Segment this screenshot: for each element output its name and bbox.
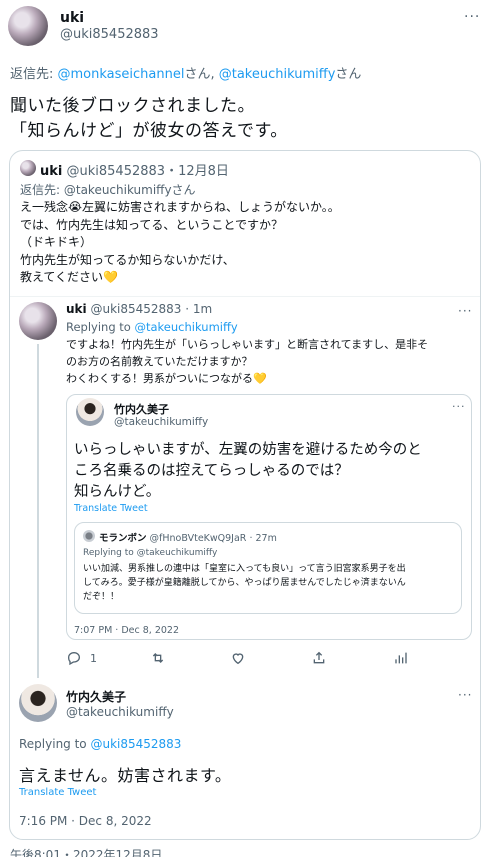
replying-to-line: Replying to @uki85452883	[19, 737, 181, 751]
replying-to-line: Replying to @takeuchikumiffy	[83, 548, 218, 558]
user-name[interactable]: uki	[66, 302, 87, 316]
user-name[interactable]: 竹内久美子	[66, 688, 126, 705]
divider	[10, 296, 480, 297]
user-handle[interactable]: @uki85452883	[90, 302, 181, 316]
replying-handle[interactable]: @uki85452883	[90, 737, 181, 751]
more-options-icon[interactable]: ···	[458, 305, 472, 317]
replying-prefix: Replying to	[66, 320, 135, 334]
analytics-icon	[395, 652, 407, 664]
reply-count: 1	[90, 651, 97, 665]
reply-to-prefix: 返信先:	[10, 67, 58, 82]
quoted-line-2: では、竹内先生は知ってる、ということですか？	[20, 217, 284, 232]
tweet-time: · 1m	[185, 302, 213, 316]
user-name: 竹内久美子	[114, 403, 169, 416]
share-icon	[313, 651, 325, 664]
thread-line-2: のお方の名前教えていただけますか？	[66, 355, 253, 368]
user-name: モランボン	[99, 533, 147, 544]
tweet-text-line-1: 聞いた後ブロックされました。	[10, 96, 255, 116]
retweet-button[interactable]	[150, 650, 166, 670]
reply-icon	[67, 651, 81, 666]
user-handle[interactable]: @uki85452883	[60, 27, 159, 42]
user-handle: @takeuchikumiffy	[114, 416, 209, 428]
thread-line	[37, 344, 39, 678]
embedded-line-2: ころ名乗るのは控えてらっしゃるのでは？	[74, 463, 349, 479]
user-handle: @fHnoBVteKwQ9JaR	[149, 533, 247, 544]
nested-header: モランボン @fHnoBVteKwQ9JaR · 27m	[99, 530, 277, 544]
like-button[interactable]	[230, 650, 246, 670]
more-options-icon[interactable]: ···	[458, 689, 472, 701]
quoted-header: uki @uki85452883・12月8日	[40, 160, 229, 179]
user-name[interactable]: uki	[60, 10, 84, 26]
embedded-text: いらっしゃいますが、左翼の妨害を避けるため今のと ころ名乗るのは控えてらっしゃる…	[74, 440, 422, 503]
reply-to-sep: さん,	[184, 67, 219, 82]
avatar	[83, 530, 95, 542]
quoted-line-3: （ドキドキ）	[20, 235, 93, 249]
embedded-line-3: 知らんけど。	[74, 484, 161, 500]
replying-to-line: Replying to @takeuchikumiffy	[66, 320, 238, 334]
reply-to-link-1[interactable]: @monkaseichannel	[58, 67, 185, 82]
thread-header: uki @uki85452883 · 1m	[66, 302, 212, 316]
reply-to-link-2[interactable]: @takeuchikumiffy	[219, 67, 336, 82]
reply-button[interactable]: 1	[66, 650, 97, 666]
reply-to-line: 返信先: @takeuchikumiffyさん	[20, 183, 196, 197]
quoted-line-5: 教えてください💛	[20, 270, 118, 284]
reply-to-line: 返信先: @monkaseichannelさん, @takeuchikumiff…	[10, 63, 361, 82]
user-handle[interactable]: @takeuchikumiffy	[66, 705, 174, 719]
user-name: uki	[40, 164, 63, 179]
user-handle: @uki85452883	[66, 164, 166, 179]
more-options-icon[interactable]: ···	[464, 10, 480, 24]
translate-tweet-link[interactable]: Translate Tweet	[74, 503, 148, 514]
embedded-line-1: いらっしゃいますが、左翼の妨害を避けるため今のと	[74, 442, 422, 458]
more-options-icon[interactable]: ···	[452, 401, 466, 412]
share-button[interactable]	[311, 650, 327, 670]
final-tweet-text: 言えません。妨害されます。	[19, 766, 232, 785]
avatar[interactable]	[8, 6, 48, 46]
avatar	[20, 160, 36, 176]
tweet-timestamp: 7:16 PM · Dec 8, 2022	[19, 814, 152, 828]
analytics-button[interactable]	[392, 650, 408, 670]
quoted-text: え一残念😭左翼に妨害されますからね、しょうがないか。。 では、竹内先生は知ってる…	[20, 199, 340, 287]
quoted-line-4: 竹内先生が知ってるか知らないかだけ、	[20, 252, 235, 267]
nested-line-1: いい加減、男系推しの連中は「皇室に入っても良い」って言う旧宮家系男子を出	[83, 564, 406, 574]
replying-handle[interactable]: @takeuchikumiffy	[135, 320, 238, 334]
thread-text: ですよね！竹内先生が「いらっしゃいます」と断言されてますし、是非そ のお方の名前…	[66, 336, 428, 387]
quoted-line-1: え一残念😭左翼に妨害されますからね、しょうがないか。。	[20, 200, 340, 214]
tweet-timestamp: 7:07 PM · Dec 8, 2022	[74, 625, 180, 636]
tweet-time: · 27m	[249, 533, 277, 544]
nested-line-3: だぞ！！	[83, 592, 120, 602]
avatar[interactable]	[19, 684, 57, 722]
avatar	[76, 398, 104, 426]
tweet-text-line-2: 「知らんけど」が彼女の答えです。	[10, 121, 288, 141]
main-tweet-timestamp: 午後8:01・2022年12月8日	[10, 848, 163, 857]
nested-text: いい加減、男系推しの連中は「皇室に入っても良い」って言う旧宮家系男子を出 してみ…	[83, 562, 406, 604]
tweet-date: ・12月8日	[165, 164, 229, 179]
nested-line-2: してみろ。愛子様が皇籍離脱してから、やっぱり居ませんでしたじゃ済まないん	[83, 578, 406, 588]
replying-prefix: Replying to	[19, 737, 91, 751]
retweet-icon	[152, 653, 164, 663]
avatar[interactable]	[19, 302, 57, 340]
thread-line-1: ですよね！竹内先生が「いらっしゃいます」と断言されてますし、是非そ	[66, 338, 429, 351]
thread-line-3: わくわくする！男系がついにつながる💛	[66, 372, 267, 385]
translate-tweet-link[interactable]: Translate Tweet	[19, 787, 96, 798]
heart-icon	[232, 653, 244, 665]
reply-to-suffix: さん	[335, 67, 362, 82]
